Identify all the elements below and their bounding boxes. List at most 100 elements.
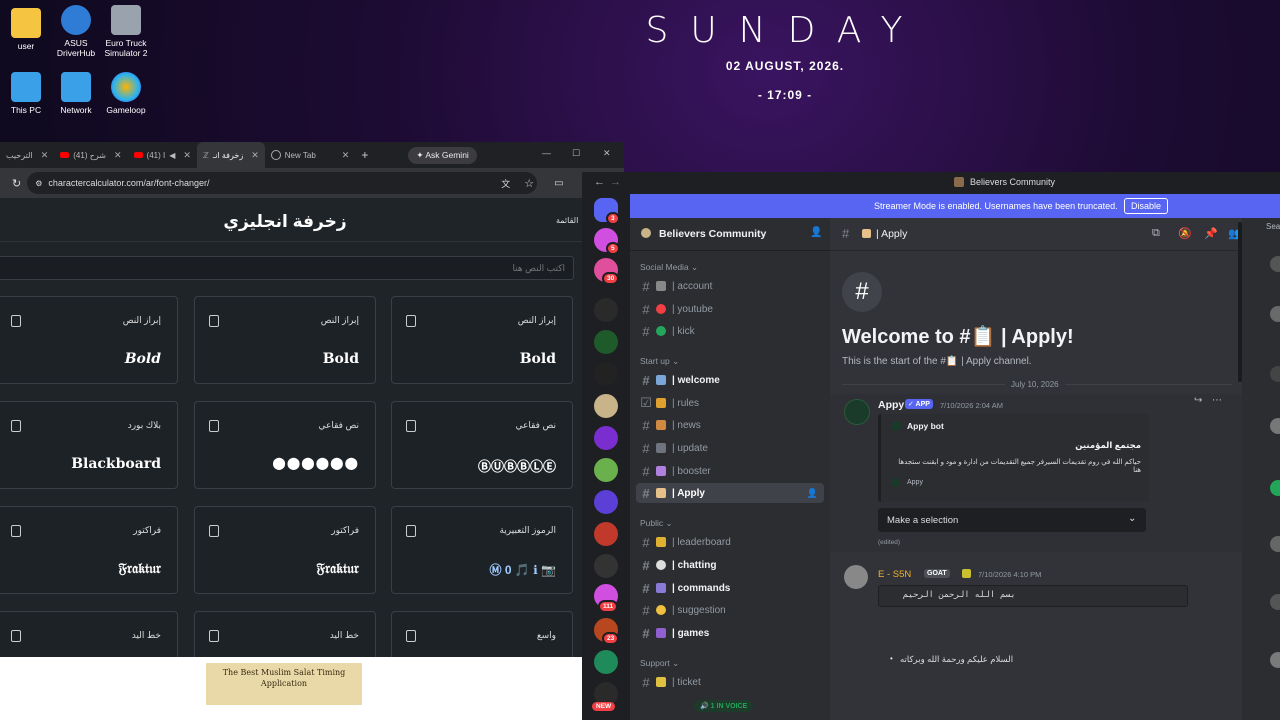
- copy-icon[interactable]: [209, 630, 219, 642]
- channel-apply[interactable]: # | Apply 👤: [636, 483, 824, 503]
- copy-icon[interactable]: [406, 630, 416, 642]
- font-card[interactable]: إبراز النص Bold: [194, 296, 376, 384]
- speaker-icon[interactable]: ◀: [169, 151, 175, 160]
- member-avatar[interactable]: [1270, 480, 1280, 496]
- desktop-icon-gameloop[interactable]: Gameloop: [96, 72, 156, 115]
- site-info-icon[interactable]: ⚙: [35, 179, 42, 188]
- close-icon[interactable]: ✕: [114, 150, 122, 161]
- member-avatar[interactable]: [1270, 536, 1280, 552]
- more-options-icon[interactable]: ⋯: [1212, 395, 1222, 406]
- channel-account[interactable]: # | account: [636, 276, 824, 296]
- tab-youtube-2[interactable]: (41) I ◀ ✕: [128, 142, 197, 168]
- tab-new-tab[interactable]: New Tab ✕: [265, 142, 356, 168]
- tab-welcome[interactable]: الترحيب ✕: [0, 142, 54, 168]
- search-input-partial[interactable]: Sear: [1266, 222, 1280, 231]
- forward-arrow-icon[interactable]: →: [610, 176, 621, 188]
- select-dropdown[interactable]: Make a selection ⌄: [878, 508, 1146, 532]
- text-input[interactable]: [0, 257, 573, 279]
- search-input[interactable]: [830, 250, 1242, 251]
- message-s5n[interactable]: E - S5N GOAT 7/10/2026 4:10 PM بسم الله …: [830, 558, 1242, 720]
- font-card[interactable]: فراكتور 𝔉𝔯𝔞𝔨𝔱𝔲𝔯: [0, 506, 178, 594]
- copy-icon[interactable]: [209, 525, 219, 537]
- channel-games[interactable]: # | games: [636, 623, 824, 643]
- server-icon[interactable]: [594, 458, 618, 482]
- avatar[interactable]: [844, 565, 868, 589]
- bookmark-star-icon[interactable]: ☆: [524, 177, 534, 190]
- copy-icon[interactable]: [11, 420, 21, 432]
- server-icon[interactable]: [594, 522, 618, 546]
- channel-welcome[interactable]: # | welcome: [636, 370, 824, 390]
- font-card[interactable]: فراكتور 𝔉𝔯𝔞𝔨𝔱𝔲𝔯: [194, 506, 376, 594]
- copy-icon[interactable]: [209, 315, 219, 327]
- font-card[interactable]: إبراز النص Bold: [391, 296, 573, 384]
- copy-icon[interactable]: [406, 420, 416, 432]
- server-icon[interactable]: [594, 426, 618, 450]
- member-avatar[interactable]: [1270, 652, 1280, 668]
- mute-bell-icon[interactable]: 🔕: [1178, 227, 1192, 240]
- font-card[interactable]: بلاك بورد Blackboard: [0, 401, 178, 489]
- url-field[interactable]: ⚙ charactercalculator.com/ar/font-change…: [27, 172, 538, 194]
- voice-indicator[interactable]: 🔊 1 IN VOICE: [694, 700, 754, 712]
- add-member-icon[interactable]: 👤: [807, 488, 818, 499]
- member-avatar[interactable]: [1270, 418, 1280, 434]
- channel-rules[interactable]: ☑ | rules: [636, 393, 824, 413]
- copy-icon[interactable]: [209, 420, 219, 432]
- close-icon[interactable]: ✕: [183, 150, 191, 161]
- font-card[interactable]: نص فقاعي ⒷⓊⒷⒷⓁⒺ: [391, 401, 573, 489]
- member-avatar[interactable]: [1270, 306, 1280, 322]
- add-member-icon[interactable]: 👤: [810, 227, 822, 238]
- channel-youtube[interactable]: # | youtube: [636, 299, 824, 319]
- category-social-media[interactable]: Social Media ⌄: [640, 262, 698, 273]
- ad-banner[interactable]: The Best Muslim Salat Timing Application: [206, 663, 362, 705]
- copy-icon[interactable]: [406, 525, 416, 537]
- reload-icon[interactable]: ↻: [12, 177, 21, 190]
- translate-icon[interactable]: 文: [501, 177, 510, 190]
- back-arrow-icon[interactable]: ←: [594, 176, 605, 188]
- member-avatar[interactable]: [1270, 366, 1280, 382]
- server-icon[interactable]: [594, 362, 618, 386]
- author-name[interactable]: Appy: [878, 399, 904, 411]
- minimize-button[interactable]: —: [542, 148, 551, 158]
- category-start-up[interactable]: Start up ⌄: [640, 356, 679, 367]
- new-tab-button[interactable]: +: [361, 148, 368, 162]
- channel-leaderboard[interactable]: # | leaderboard: [636, 532, 824, 552]
- close-icon[interactable]: ✕: [251, 150, 259, 161]
- server-icon[interactable]: [594, 650, 618, 674]
- pin-icon[interactable]: 📌: [1204, 227, 1218, 240]
- font-card[interactable]: نص فقاعي ⬤⬤⬤⬤⬤⬤: [194, 401, 376, 489]
- message-appy[interactable]: Appy ✓ APP 7/10/2026 2:04 AM ↪ ⋯ Appy bo…: [830, 394, 1242, 552]
- member-avatar[interactable]: [1270, 594, 1280, 610]
- menu-link[interactable]: القائمة: [556, 216, 578, 225]
- tab-font-changer[interactable]: ℤ زخرفة انـ ✕: [196, 142, 265, 168]
- copy-icon[interactable]: [406, 315, 416, 327]
- server-icon[interactable]: [594, 330, 618, 354]
- category-support[interactable]: Support ⌄: [640, 658, 679, 669]
- author-name[interactable]: E - S5N: [878, 569, 911, 580]
- server-icon[interactable]: [594, 554, 618, 578]
- channel-commands[interactable]: # | commands: [636, 578, 824, 598]
- channel-update[interactable]: # | update: [636, 438, 824, 458]
- member-avatar[interactable]: [1270, 256, 1280, 272]
- channel-booster[interactable]: # | booster: [636, 461, 824, 481]
- channel-chatting[interactable]: # | chatting: [636, 555, 824, 575]
- close-icon[interactable]: ✕: [41, 150, 49, 161]
- channel-suggestion[interactable]: # | suggestion: [636, 600, 824, 620]
- server-icon[interactable]: [594, 298, 618, 322]
- font-card[interactable]: الرموز التعبيرية Ⓜ 0 🎵 ℹ 📷: [391, 506, 573, 594]
- channel-ticket[interactable]: # | ticket: [636, 672, 824, 692]
- copy-icon[interactable]: [11, 525, 21, 537]
- server-icon[interactable]: [594, 490, 618, 514]
- copy-icon[interactable]: [11, 630, 21, 642]
- category-public[interactable]: Public ⌄: [640, 518, 673, 529]
- channel-kick[interactable]: # | kick: [636, 321, 824, 341]
- close-window-button[interactable]: ✕: [603, 148, 611, 159]
- ask-gemini-button[interactable]: ✦ Ask Gemini: [408, 146, 477, 164]
- close-icon[interactable]: ✕: [342, 150, 350, 161]
- tab-youtube-1[interactable]: (41) شرح ✕: [54, 142, 127, 168]
- server-header[interactable]: Believers Community ⌄ 👤: [630, 218, 830, 251]
- maximize-button[interactable]: ☐: [572, 148, 580, 159]
- avatar[interactable]: [844, 399, 870, 425]
- font-card[interactable]: إبراز النص Bold: [0, 296, 178, 384]
- forward-icon[interactable]: ↪: [1194, 395, 1202, 406]
- copy-icon[interactable]: [11, 315, 21, 327]
